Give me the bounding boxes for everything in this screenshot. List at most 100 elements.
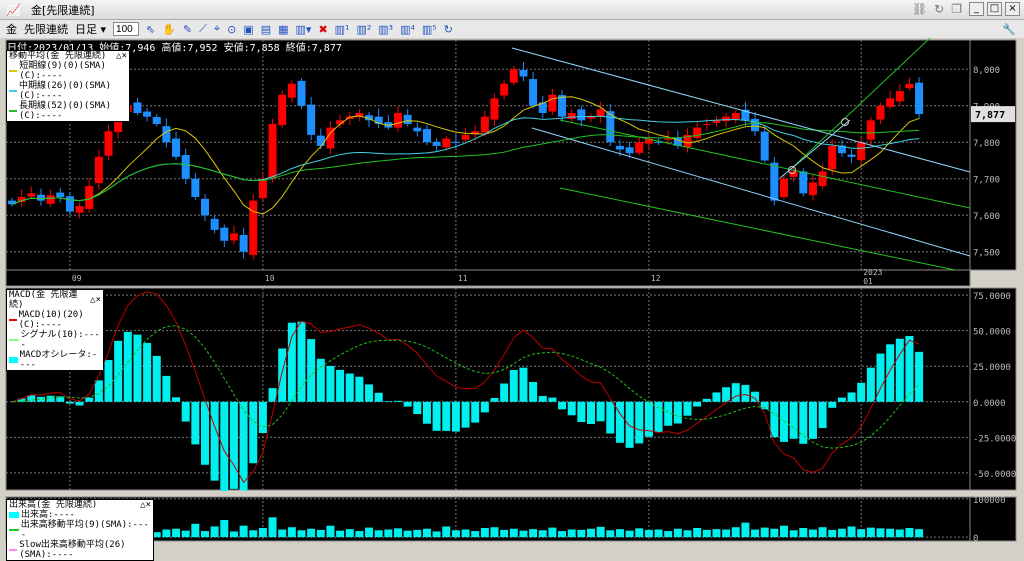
y-tick-label: 0 xyxy=(973,534,978,544)
macd-oscillator-bar xyxy=(123,331,132,402)
macd-oscillator-bar xyxy=(85,397,94,402)
candle xyxy=(152,117,161,124)
volume-bar xyxy=(731,527,740,538)
indicator-1-icon[interactable]: ▥¹ xyxy=(335,23,350,36)
candle xyxy=(46,195,55,204)
volume-bar xyxy=(471,531,480,538)
scroll-up-icon[interactable]: ⊙ xyxy=(227,23,236,36)
volume-bar xyxy=(558,531,567,538)
indicator-4-icon[interactable]: ▥⁴ xyxy=(400,23,415,36)
y-tick-label: 25.0000 xyxy=(973,363,1011,373)
maximize-button[interactable]: □ xyxy=(987,2,1002,16)
macd-oscillator-bar xyxy=(866,367,875,402)
indicator-2-icon[interactable]: ▥² xyxy=(356,23,371,36)
macd-oscillator-bar xyxy=(857,382,866,402)
volume-legend[interactable]: 出来高(金 先限連続) △× 出来高:---- 出来高移動平均(9)(SMA):-… xyxy=(6,499,154,561)
volume-bar xyxy=(278,529,287,538)
macd-oscillator-bar xyxy=(886,344,895,402)
macd-oscillator-bar xyxy=(75,401,84,406)
contract-label[interactable]: 先限連続 xyxy=(24,21,68,37)
candle xyxy=(65,196,74,212)
volume-bar xyxy=(799,527,808,538)
candle xyxy=(866,120,875,140)
volume-bar xyxy=(162,529,171,538)
y-tick-label: 7,600 xyxy=(973,212,1000,222)
candle xyxy=(857,142,866,161)
macd-oscillator-bar xyxy=(654,401,663,433)
volume-bar xyxy=(172,528,181,538)
x-tick-label: 10 xyxy=(265,274,275,283)
macd-oscillator-bar xyxy=(577,401,586,423)
candle xyxy=(567,113,576,119)
pointer-icon[interactable]: ⇖ xyxy=(146,23,155,36)
volume-bar xyxy=(297,530,306,538)
volume-bar xyxy=(355,531,364,538)
macd-oscillator-bar xyxy=(847,392,856,402)
x-tick-label: 2023 xyxy=(863,268,882,277)
candle xyxy=(461,134,470,140)
volume-bar xyxy=(857,529,866,538)
close-button[interactable]: × xyxy=(1005,2,1020,16)
hand-icon[interactable]: ✋ xyxy=(162,23,176,36)
macd-oscillator-bar xyxy=(509,370,518,402)
macd-oscillator-bar xyxy=(365,384,374,402)
grid-icon[interactable]: ▤ xyxy=(261,23,271,36)
macd-oscillator-bar xyxy=(606,401,615,434)
x-tick-label: 09 xyxy=(72,274,82,283)
indicator-5-icon[interactable]: ▥⁵ xyxy=(422,23,437,36)
macd-oscillator-bar xyxy=(384,401,393,402)
period-select[interactable]: 日足 ▾ xyxy=(75,21,106,37)
refresh-icon[interactable]: ↻ xyxy=(934,2,944,16)
candle xyxy=(558,95,567,117)
candle xyxy=(287,83,296,98)
volume-label: 出来高:---- xyxy=(21,510,76,520)
candle xyxy=(615,145,624,150)
legend-close-icon[interactable]: △× xyxy=(140,500,151,510)
candle xyxy=(731,113,740,120)
draw-line-icon[interactable]: ⟋ xyxy=(199,22,207,36)
chart-settings-icon[interactable]: ▣ xyxy=(243,23,253,36)
table-icon[interactable]: ▦ xyxy=(278,23,288,36)
pencil-icon[interactable]: ✎ xyxy=(183,23,192,36)
ma52-swatch xyxy=(9,110,17,112)
macd-oscillator-bar xyxy=(722,387,731,402)
volume-bar xyxy=(577,529,586,538)
period-value: 日足 xyxy=(75,23,97,36)
reload-icon[interactable]: ↻ xyxy=(444,23,453,36)
candle xyxy=(181,155,190,179)
minimize-button[interactable]: _ xyxy=(969,2,984,16)
macd-oscillator-bar xyxy=(104,359,113,402)
volume-bar xyxy=(461,529,470,538)
volume-bar xyxy=(509,528,518,538)
candle xyxy=(413,127,422,132)
volume-bar xyxy=(780,525,788,538)
count-input[interactable] xyxy=(113,22,140,36)
volume-bar xyxy=(683,530,692,538)
candle xyxy=(548,94,557,112)
wrench-icon[interactable]: 🔧 xyxy=(1002,23,1016,36)
candle xyxy=(210,218,219,230)
macd-swatch xyxy=(9,319,17,321)
macd-oscillator-bar xyxy=(451,401,460,432)
delete-indicator-icon[interactable]: ✖ xyxy=(318,23,327,36)
indicator-3-icon[interactable]: ▥³ xyxy=(378,23,393,36)
link-icon[interactable]: ⛓ xyxy=(912,2,927,16)
volume-bar xyxy=(673,528,682,538)
indicator-menu-icon[interactable]: ▥▾ xyxy=(296,23,312,36)
oscillator-swatch xyxy=(9,357,18,363)
candle xyxy=(808,182,817,196)
candle xyxy=(143,111,152,117)
macd-oscillator-bar xyxy=(828,401,837,408)
crosshair-icon[interactable]: ⌖ xyxy=(214,22,220,36)
volume-bar xyxy=(336,530,345,538)
symbol-label[interactable]: 金 xyxy=(6,21,17,37)
macd-legend[interactable]: MACD(金 先限連続) △× MACD(10)(20)(C):---- シグナル… xyxy=(6,289,104,371)
legend-close-icon[interactable]: △× xyxy=(90,295,101,305)
candle xyxy=(596,109,605,117)
ma-legend[interactable]: 移動平均(金 先限連続) △× 短期線(9)(0)(SMA)(C):---- 中期… xyxy=(6,50,130,122)
legend-close-icon[interactable]: △× xyxy=(116,51,127,61)
chart-area[interactable]: 8,0007,9007,8007,7007,6007,50075.000050.… xyxy=(0,38,1024,545)
candle xyxy=(229,233,238,241)
info-close: 終値:7,877 xyxy=(285,43,342,54)
copy-icon[interactable]: ❐ xyxy=(951,2,962,16)
